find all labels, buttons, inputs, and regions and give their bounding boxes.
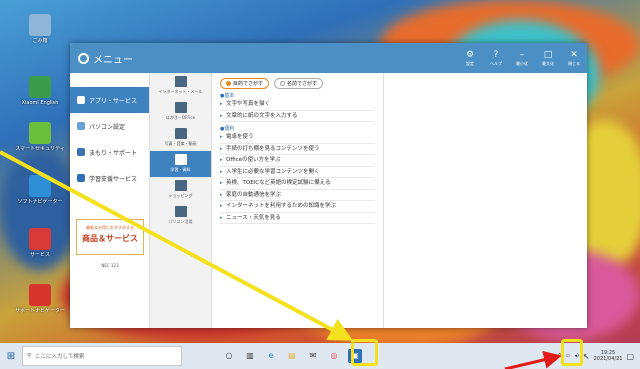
yellow-arrow xyxy=(0,150,354,341)
red-arrow xyxy=(504,350,562,369)
annotation-arrows xyxy=(0,150,562,369)
